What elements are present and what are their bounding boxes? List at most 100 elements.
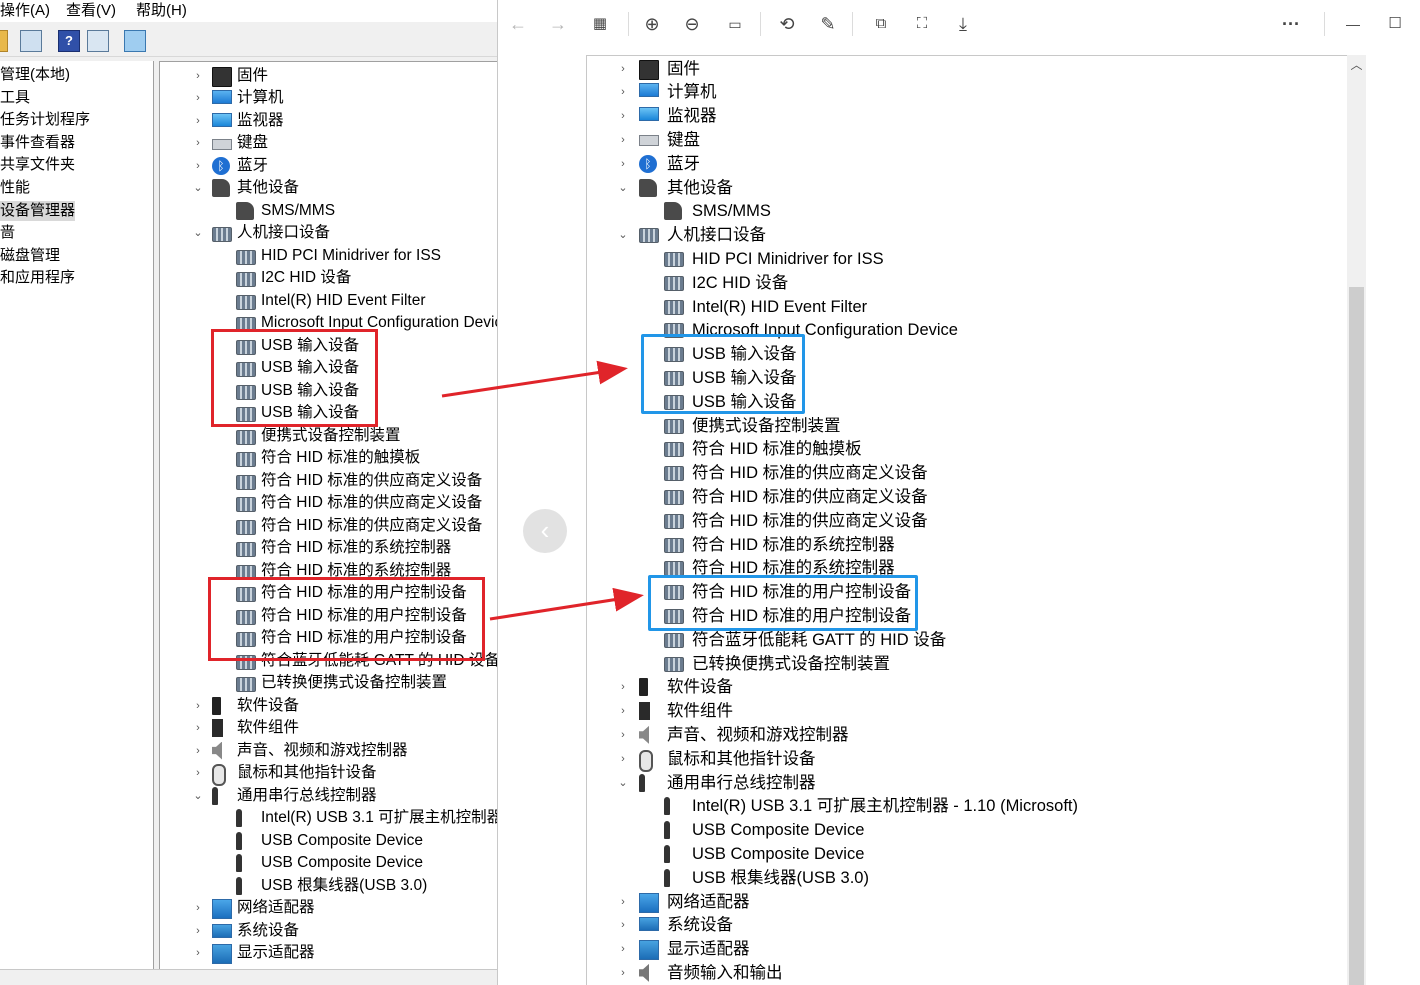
rotate-icon[interactable]: ⟲ <box>775 12 799 36</box>
tree-row[interactable]: › 计算机 <box>160 87 497 109</box>
chevron-right-icon[interactable]: › <box>192 717 204 739</box>
chevron-right-icon[interactable]: › <box>192 65 204 87</box>
chevron-right-icon[interactable]: › <box>617 152 629 176</box>
edit-icon[interactable]: ✎ <box>816 12 840 36</box>
chevron-right-icon[interactable]: › <box>617 913 629 937</box>
tree-row[interactable]: ⌄ 其他设备 <box>587 176 1349 200</box>
tree-row[interactable]: › 固件 <box>160 65 497 87</box>
tree-row[interactable]: ⌄ 人机接口设备 <box>160 222 497 244</box>
minimize-button[interactable]: — <box>1341 12 1365 36</box>
chevron-right-icon[interactable]: › <box>192 132 204 154</box>
chevron-right-icon[interactable]: › <box>192 920 204 942</box>
tree-row[interactable]: Intel(R) USB 3.1 可扩展主机控制器 - 1.10 (Micros… <box>587 794 1349 818</box>
tree-row[interactable]: 符合 HID 标准的供应商定义设备 <box>587 509 1349 533</box>
previous-image-button[interactable]: ‹ <box>523 509 567 553</box>
tree-row[interactable]: › 软件组件 <box>160 717 497 739</box>
chevron-down-icon[interactable]: ⌄ <box>192 177 204 199</box>
nav-item[interactable]: 共享文件夹 <box>0 155 75 175</box>
tree-row[interactable]: › 系统设备 <box>587 913 1349 937</box>
chevron-right-icon[interactable]: › <box>617 723 629 747</box>
tree-row[interactable]: I2C HID 设备 <box>587 271 1349 295</box>
properties-icon[interactable] <box>87 30 109 52</box>
chevron-right-icon[interactable]: › <box>617 747 629 771</box>
chevron-right-icon[interactable]: › <box>617 128 629 152</box>
tree-row[interactable]: › 系统设备 <box>160 920 497 942</box>
nav-item[interactable]: 工具 <box>0 88 30 108</box>
chevron-right-icon[interactable]: › <box>617 80 629 104</box>
tree-row[interactable]: › 声音、视频和游戏控制器 <box>160 740 497 762</box>
tree-row[interactable]: Intel(R) USB 3.1 可扩展主机控制器 <box>160 807 497 829</box>
zoom-in-icon[interactable]: ⊕ <box>640 12 664 36</box>
console-icon[interactable] <box>20 30 42 52</box>
tree-row[interactable]: › 音频输入和输出 <box>587 961 1349 985</box>
vertical-scrollbar[interactable]: ︿ <box>1347 55 1366 985</box>
tree-row[interactable]: ⌄ 通用串行总线控制器 <box>160 785 497 807</box>
tree-row[interactable]: › 键盘 <box>160 132 497 154</box>
zoom-out-icon[interactable]: ⊖ <box>680 12 704 36</box>
menu-view[interactable]: 查看(V) <box>66 1 116 21</box>
folder-icon[interactable] <box>0 30 8 52</box>
chevron-right-icon[interactable]: › <box>617 104 629 128</box>
nav-item[interactable]: 啬 <box>0 223 15 243</box>
tree-row[interactable]: › 显示适配器 <box>160 942 497 964</box>
scroll-thumb[interactable] <box>1349 287 1364 985</box>
tree-row[interactable]: › ᛒ 蓝牙 <box>160 155 497 177</box>
chevron-right-icon[interactable]: › <box>192 740 204 762</box>
chevron-right-icon[interactable]: › <box>617 937 629 961</box>
maximize-button[interactable]: ☐ <box>1383 12 1407 36</box>
tree-row[interactable]: ⌄ 通用串行总线控制器 <box>587 771 1349 795</box>
tree-row[interactable]: › 固件 <box>587 57 1349 81</box>
tree-row[interactable]: SMS/MMS <box>587 199 1349 223</box>
chevron-right-icon[interactable]: › <box>617 57 629 81</box>
tree-row[interactable]: SMS/MMS <box>160 200 497 222</box>
nav-item[interactable]: 事件查看器 <box>0 133 75 153</box>
actual-size-icon[interactable]: ▭ <box>723 12 747 36</box>
fit-screen-icon[interactable]: ⛶ <box>910 12 934 36</box>
chevron-down-icon[interactable]: ⌄ <box>192 222 204 244</box>
tree-row[interactable]: USB Composite Device <box>587 818 1349 842</box>
tree-row[interactable]: › 键盘 <box>587 128 1349 152</box>
chevron-right-icon[interactable]: › <box>192 762 204 784</box>
tree-row[interactable]: 符合 HID 标准的供应商定义设备 <box>160 470 497 492</box>
chevron-down-icon[interactable]: ⌄ <box>192 785 204 807</box>
forward-arrow-icon[interactable]: → <box>546 12 570 36</box>
scroll-up-icon[interactable]: ︿ <box>1347 55 1366 75</box>
tree-row[interactable]: 符合 HID 标准的供应商定义设备 <box>587 485 1349 509</box>
chevron-right-icon[interactable]: › <box>617 699 629 723</box>
tree-row[interactable]: › 监视器 <box>587 104 1349 128</box>
tree-row[interactable]: 符合 HID 标准的系统控制器 <box>160 537 497 559</box>
download-icon[interactable]: ⤓ <box>951 12 975 36</box>
nav-item[interactable]: 性能 <box>0 178 30 198</box>
grid-icon[interactable]: ▦ <box>588 12 612 36</box>
tree-row[interactable]: › 软件组件 <box>587 699 1349 723</box>
tree-row[interactable]: USB 根集线器(USB 3.0) <box>160 875 497 897</box>
tree-row[interactable]: › 声音、视频和游戏控制器 <box>587 723 1349 747</box>
back-arrow-icon[interactable]: ← <box>506 12 530 36</box>
tree-row[interactable]: 符合 HID 标准的供应商定义设备 <box>160 515 497 537</box>
tree-row[interactable]: USB Composite Device <box>160 830 497 852</box>
chevron-right-icon[interactable]: › <box>617 961 629 985</box>
menu-action[interactable]: 操作(A) <box>0 1 50 21</box>
tree-row[interactable]: 符合 HID 标准的供应商定义设备 <box>160 492 497 514</box>
tree-row[interactable]: 符合 HID 标准的触摸板 <box>160 447 497 469</box>
tree-row[interactable]: › 网络适配器 <box>160 897 497 919</box>
tree-row[interactable]: ⌄ 人机接口设备 <box>587 223 1349 247</box>
more-options-icon[interactable]: ··· <box>1279 12 1303 36</box>
tree-row[interactable]: HID PCI Minidriver for ISS <box>160 245 497 267</box>
nav-item[interactable]: 和应用程序 <box>0 268 75 288</box>
tree-row[interactable]: › ᛒ 蓝牙 <box>587 152 1349 176</box>
tree-row[interactable]: › 监视器 <box>160 110 497 132</box>
nav-item[interactable]: 管理(本地) <box>0 65 70 85</box>
chevron-right-icon[interactable]: › <box>192 110 204 132</box>
monitor-icon[interactable] <box>124 30 146 52</box>
tree-row[interactable]: USB Composite Device <box>160 852 497 874</box>
tree-row[interactable]: › 软件设备 <box>160 695 497 717</box>
tree-row[interactable]: › 网络适配器 <box>587 890 1349 914</box>
tree-row[interactable]: Intel(R) HID Event Filter <box>587 295 1349 319</box>
tree-row[interactable]: 便携式设备控制装置 <box>587 414 1349 438</box>
help-icon[interactable]: ? <box>58 30 80 52</box>
tree-row[interactable]: HID PCI Minidriver for ISS <box>587 247 1349 271</box>
chevron-right-icon[interactable]: › <box>192 155 204 177</box>
chevron-down-icon[interactable]: ⌄ <box>617 223 629 247</box>
tree-row[interactable]: › 显示适配器 <box>587 937 1349 961</box>
